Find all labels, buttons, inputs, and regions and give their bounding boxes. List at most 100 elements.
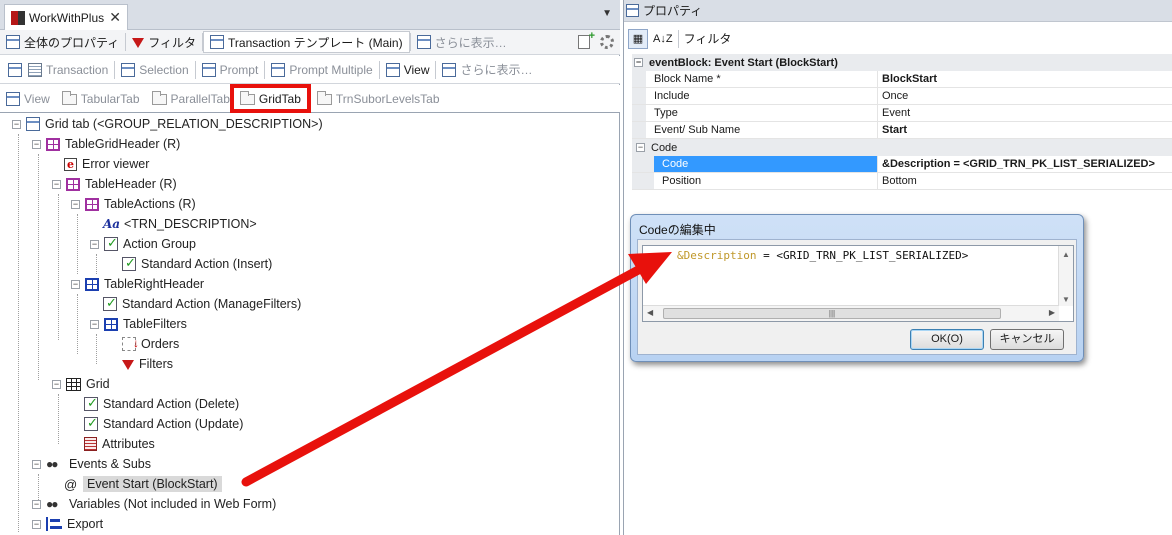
property-value[interactable]: Once (878, 88, 1172, 104)
tab-prompt-multiple[interactable]: Prompt Multiple (265, 59, 378, 81)
properties-filter-button[interactable]: フィルタ (681, 28, 735, 50)
property-value[interactable]: Start (878, 122, 1172, 138)
filter-button[interactable]: フィルタ (126, 31, 202, 53)
collapse-icon[interactable]: − (32, 519, 41, 529)
panel-menu-icon[interactable]: ▼ (602, 8, 612, 19)
property-value[interactable]: &Description = <GRID_TRN_PK_LIST_SERIALI… (878, 156, 1172, 172)
tree-guide (77, 214, 78, 274)
dialog-title: Codeの編集中 (639, 223, 716, 237)
close-icon[interactable]: ✕ (109, 9, 121, 26)
property-row-block-name[interactable]: Block Name * BlockStart (632, 71, 1172, 88)
tree-node-attributes[interactable]: Attributes (84, 434, 155, 454)
tab-trnsuborlevelstab[interactable]: TrnSuborLevelsTab (311, 88, 446, 110)
tab-view-sub[interactable]: View (0, 88, 56, 110)
code-variable: &Description (677, 249, 757, 262)
property-row-include[interactable]: Include Once (632, 88, 1172, 105)
tree-node-tableactions[interactable]: − TableActions (R) (71, 194, 196, 214)
tree-node-tablegridheader[interactable]: − TableGridHeader (R) (32, 134, 180, 154)
row-gutter (632, 71, 646, 87)
property-row-position[interactable]: Position Bottom (632, 173, 1172, 190)
tab-gridtab[interactable]: GridTab (229, 84, 311, 113)
ok-button[interactable]: OK(O) (910, 329, 984, 350)
properties-filter-label: フィルタ (683, 32, 732, 46)
horizontal-scrollbar[interactable]: ◀ ||| ▶ (643, 305, 1059, 321)
code-edit-dialog: Codeの編集中 &Description = <GRID_TRN_PK_LIS… (630, 214, 1084, 362)
vertical-scrollbar[interactable]: ▲ ▼ (1058, 246, 1073, 306)
row-gutter (632, 173, 654, 189)
tree-node-std-managefilters[interactable]: Standard Action (ManageFilters) (103, 294, 301, 314)
toolbar-view-tabs: View TabularTab ParallelTab GridTab TrnS… (0, 84, 620, 113)
tree-node-root[interactable]: − Grid tab (<GROUP_RELATION_DESCRIPTION>… (12, 114, 323, 134)
property-value[interactable]: Event (878, 105, 1172, 121)
more-button[interactable]: さらに表示… (411, 31, 513, 53)
action-icon (103, 295, 117, 311)
row-gutter (632, 88, 646, 104)
scroll-right-icon[interactable]: ▶ (1049, 308, 1055, 317)
tree-node-actiongroup[interactable]: − Action Group (90, 234, 196, 254)
template-tab[interactable]: Transaction テンプレート (Main) (203, 31, 410, 53)
collapse-icon[interactable]: − (52, 379, 61, 389)
scroll-left-icon[interactable]: ◀ (647, 308, 653, 317)
tree-node-events-subs[interactable]: − ●● Events & Subs (32, 454, 151, 474)
collapse-icon[interactable]: − (90, 239, 99, 249)
tree-node-tablefilters[interactable]: − TableFilters (90, 314, 187, 334)
sort-alpha-button[interactable]: A↓Z (650, 28, 676, 50)
tree-node-errorviewer[interactable]: e Error viewer (64, 154, 149, 174)
scroll-up-icon[interactable]: ▲ (1059, 250, 1073, 259)
tree-guide (77, 294, 78, 354)
tree-node-label: TableFilters (123, 317, 187, 331)
tree-node-event-start[interactable]: @ Event Start (BlockStart) (64, 474, 222, 494)
tab-view[interactable]: View (380, 59, 436, 81)
categorized-view-icon[interactable]: ▦ (628, 28, 648, 49)
tree-node-tableheader[interactable]: − TableHeader (R) (52, 174, 177, 194)
tree-node-export[interactable]: − Export (32, 514, 103, 534)
tree-node-grid[interactable]: − Grid (52, 374, 110, 394)
tree-node-tablerightheader[interactable]: − TableRightHeader (71, 274, 204, 294)
tab-prompt-multiple-label: Prompt Multiple (289, 62, 373, 77)
collapse-icon[interactable]: − (71, 199, 80, 209)
tab-selection[interactable]: Selection (115, 59, 194, 81)
property-row-code[interactable]: Code &Description = <GRID_TRN_PK_LIST_SE… (632, 156, 1172, 173)
tree-node-orders[interactable]: Orders (122, 334, 179, 354)
more-button-2[interactable]: さらに表示… (436, 59, 538, 81)
collapse-icon[interactable]: − (32, 499, 41, 509)
property-row-event-sub-name[interactable]: Event/ Sub Name Start (632, 122, 1172, 139)
gear-icon[interactable] (600, 35, 614, 49)
tree-node-std-delete[interactable]: Standard Action (Delete) (84, 394, 239, 414)
cancel-button[interactable]: キャンセル (990, 329, 1064, 350)
tab-tabulartab[interactable]: TabularTab (56, 88, 146, 110)
property-row-type[interactable]: Type Event (632, 105, 1172, 122)
collapse-icon[interactable]: − (52, 179, 61, 189)
tree-node-std-update[interactable]: Standard Action (Update) (84, 414, 243, 434)
workwithplus-tab[interactable]: WorkWithPlus ✕ (4, 4, 128, 30)
all-properties-button[interactable]: 全体のプロパティ (0, 31, 125, 53)
collapse-icon[interactable]: − (634, 58, 643, 67)
property-name: Event/ Sub Name (646, 122, 878, 138)
property-category-code[interactable]: − Code (632, 139, 1172, 156)
collapse-icon[interactable]: − (32, 459, 41, 469)
more-label: さらに表示… (434, 35, 507, 50)
tab-paralleltab[interactable]: ParallelTab (146, 88, 230, 110)
filter-icon (122, 360, 134, 370)
code-editor[interactable]: &Description = <GRID_TRN_PK_LIST_SERIALI… (642, 245, 1074, 322)
collapse-icon[interactable]: − (90, 319, 99, 329)
property-value[interactable]: Bottom (878, 173, 1172, 189)
property-category-event[interactable]: − eventBlock: Event Start (BlockStart) (632, 54, 1172, 71)
collapse-icon[interactable]: − (12, 119, 21, 129)
new-icon[interactable] (578, 30, 595, 49)
collapse-icon[interactable]: − (71, 279, 80, 289)
tab-transaction[interactable]: Transaction (22, 59, 114, 81)
tree-node-filters[interactable]: Filters (122, 354, 173, 374)
tree-node-variables[interactable]: − ●● Variables (Not included in Web Form… (32, 494, 276, 514)
scroll-thumb[interactable]: ||| (663, 308, 1001, 319)
tree-node-std-insert[interactable]: Standard Action (Insert) (122, 254, 272, 274)
variables-icon: ●● (46, 497, 59, 511)
tab-prompt[interactable]: Prompt (196, 59, 265, 81)
scroll-down-icon[interactable]: ▼ (1059, 295, 1073, 304)
properties-title: プロパティ (643, 4, 703, 18)
collapse-icon[interactable]: − (32, 139, 41, 149)
collapse-icon[interactable]: − (636, 143, 645, 152)
tree-guide (58, 194, 59, 340)
property-value[interactable]: BlockStart (878, 71, 1172, 87)
tree-node-trn-description[interactable]: Aa <TRN_DESCRIPTION> (103, 214, 257, 234)
